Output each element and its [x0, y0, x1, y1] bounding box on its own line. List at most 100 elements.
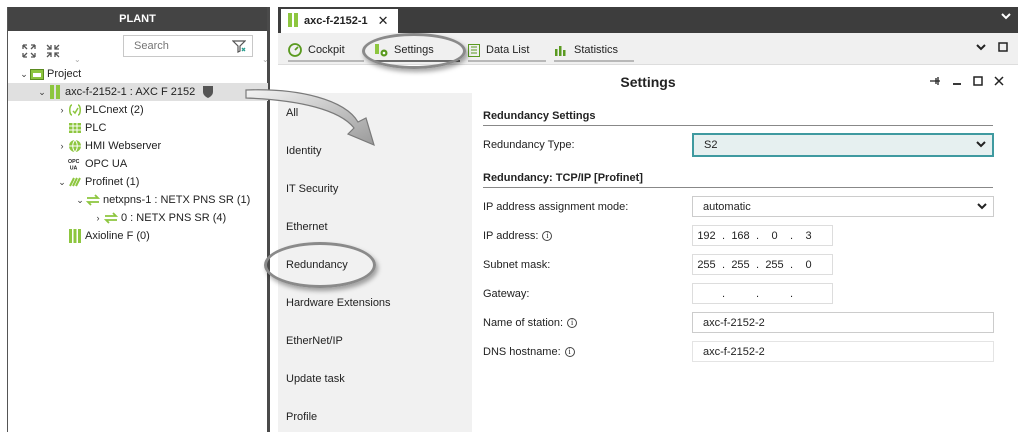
tree-node-axioline[interactable]: Axioline F (0)	[68, 227, 150, 245]
tab-data-list[interactable]: Data List	[468, 37, 546, 63]
redundancy-type-label: Redundancy Type:	[483, 139, 575, 151]
dns-hostname-label-text: DNS hostname:	[483, 346, 561, 358]
nav-item-update-task[interactable]: Update task	[286, 373, 345, 385]
subnet-mask-label: Subnet mask:	[483, 259, 551, 271]
redundancy-type-select[interactable]: S2	[692, 133, 994, 157]
subnet-mask-field[interactable]: 255. 255. 255. 0	[692, 254, 833, 275]
ip-octet[interactable]: 0	[795, 259, 822, 271]
nav-item-identity[interactable]: Identity	[286, 145, 321, 157]
tree-node-label: netxpns-1 : NETX PNS SR (1)	[103, 194, 251, 206]
nav-item-profile[interactable]: Profile	[286, 411, 317, 423]
chevron-down-icon[interactable]: ⌄	[18, 65, 30, 83]
tree-node-project[interactable]: ⌄ Project	[18, 65, 81, 83]
ip-dot: .	[789, 229, 794, 242]
chevron-down-icon	[976, 139, 986, 151]
ip-octet[interactable]: 255	[727, 259, 754, 271]
tree-node-plc[interactable]: PLC	[68, 119, 106, 137]
search-box[interactable]	[123, 35, 253, 57]
dns-hostname-input[interactable]: axc-f-2152-2	[692, 341, 994, 362]
station-name-label-text: Name of station:	[483, 317, 564, 329]
gateway-field[interactable]: . . .	[692, 283, 833, 304]
station-name-input[interactable]: axc-f-2152-2	[692, 312, 994, 333]
statistics-icon	[554, 44, 568, 56]
nav-item-it-security[interactable]: IT Security	[286, 183, 338, 195]
tab-underline	[554, 60, 634, 62]
info-icon[interactable]: i	[564, 347, 575, 357]
maximize-icon[interactable]	[973, 76, 983, 89]
plant-header: PLANT	[8, 7, 267, 31]
tree-node-hmi[interactable]: › HMI Webserver	[56, 137, 161, 155]
chevron-down-icon[interactable]	[976, 42, 986, 55]
chevron-right-icon[interactable]: ›	[56, 137, 68, 155]
tree-node-opcua[interactable]: OPC UA OPC UA	[68, 155, 127, 173]
data-list-icon	[468, 43, 480, 57]
search-input[interactable]	[124, 36, 222, 56]
tree-node-label: Axioline F (0)	[85, 230, 150, 242]
ip-octet[interactable]: 0	[761, 230, 788, 242]
tree-node-plcnext[interactable]: › PLCnext (2)	[56, 101, 144, 119]
tree-node-label: OPC UA	[85, 158, 128, 170]
tab-cockpit[interactable]: Cockpit	[288, 37, 364, 63]
chevron-down-icon	[977, 201, 987, 213]
close-icon[interactable]	[994, 76, 1004, 89]
ip-dot: .	[721, 287, 726, 300]
plc-icon	[68, 121, 82, 135]
info-icon[interactable]: i	[542, 231, 553, 241]
tab-label: Data List	[486, 44, 530, 56]
tree-node-label: axc-f-2152-1 : AXC F 2152	[65, 86, 196, 98]
dns-hostname-label: DNS hostname: i	[483, 346, 575, 358]
ip-mode-label: IP address assignment mode:	[483, 201, 629, 213]
ip-dot: .	[721, 229, 726, 242]
ip-octet[interactable]: 3	[795, 230, 822, 242]
chevron-down-icon[interactable]: ⌄	[36, 83, 48, 101]
ip-dot: .	[755, 258, 760, 271]
editor-toolbar-controls	[976, 42, 1008, 55]
close-icon[interactable]: ✕	[378, 13, 389, 29]
tree-node-label: PLCnext (2)	[85, 104, 144, 116]
ip-octet[interactable]: 255	[761, 259, 788, 271]
tree-node-label: PLC	[85, 122, 107, 134]
settings-panel: Settings All Identity IT Security Ethern…	[278, 65, 1018, 432]
chevron-right-icon[interactable]: ›	[56, 101, 68, 119]
ip-octet[interactable]: 192	[693, 230, 720, 242]
tab-label: Cockpit	[308, 44, 345, 56]
nav-item-ethernet-ip[interactable]: EtherNet/IP	[286, 335, 343, 347]
settings-window-controls	[929, 76, 1004, 89]
tree-node-controller[interactable]: ⌄ axc-f-2152-1 : AXC F 2152	[8, 83, 268, 101]
network-icon	[86, 193, 100, 207]
tree-node-label: HMI Webserver	[85, 140, 162, 152]
chevron-down-icon[interactable]: ⌄	[74, 191, 86, 209]
minimize-icon[interactable]	[952, 76, 962, 89]
maximize-icon[interactable]	[998, 42, 1008, 55]
nav-item-hardware-extensions[interactable]: Hardware Extensions	[286, 297, 391, 309]
ip-dot: .	[789, 287, 794, 300]
tab-statistics[interactable]: Statistics	[554, 37, 634, 63]
nav-item-ethernet[interactable]: Ethernet	[286, 221, 328, 233]
plant-panel: PLANT ⌄ ⌄ ⌄ Project ⌄ axc-f-2152-1 : AXC…	[7, 7, 270, 432]
ip-address-label: IP address: i	[483, 230, 553, 242]
section-heading-tcpip: Redundancy: TCP/IP [Profinet]	[483, 172, 993, 188]
tree-node-netx-sub[interactable]: › 0 : NETX PNS SR (4)	[92, 209, 227, 227]
collapse-all-icon[interactable]	[46, 44, 60, 58]
shield-icon	[201, 85, 215, 99]
tab-axc-f-2152-1[interactable]: axc-f-2152-1 ✕	[281, 9, 398, 33]
info-icon[interactable]: i	[567, 318, 578, 328]
chevron-right-icon[interactable]: ›	[92, 209, 104, 227]
tab-label: Statistics	[574, 44, 619, 56]
select-value: S2	[704, 139, 718, 151]
ip-octet[interactable]: 255	[693, 259, 720, 271]
tab-underline	[468, 60, 546, 62]
chevron-down-icon: ⌄	[262, 55, 269, 64]
ip-address-field[interactable]: 192. 168. 0. 3	[692, 225, 833, 246]
chevron-down-icon[interactable]	[1001, 11, 1011, 23]
ip-dot: .	[721, 258, 726, 271]
tree-node-profinet[interactable]: ⌄ Profinet (1)	[56, 173, 139, 191]
chevron-down-icon[interactable]: ⌄	[56, 173, 68, 191]
nav-item-all[interactable]: All	[286, 107, 298, 119]
tree-node-netxpns[interactable]: ⌄ netxpns-1 : NETX PNS SR (1)	[74, 191, 250, 209]
pin-icon[interactable]	[929, 76, 941, 89]
expand-all-icon[interactable]	[22, 44, 36, 58]
ip-octet[interactable]: 168	[727, 230, 754, 242]
ip-mode-select[interactable]: automatic	[692, 196, 994, 217]
filter-icon[interactable]	[231, 40, 247, 56]
